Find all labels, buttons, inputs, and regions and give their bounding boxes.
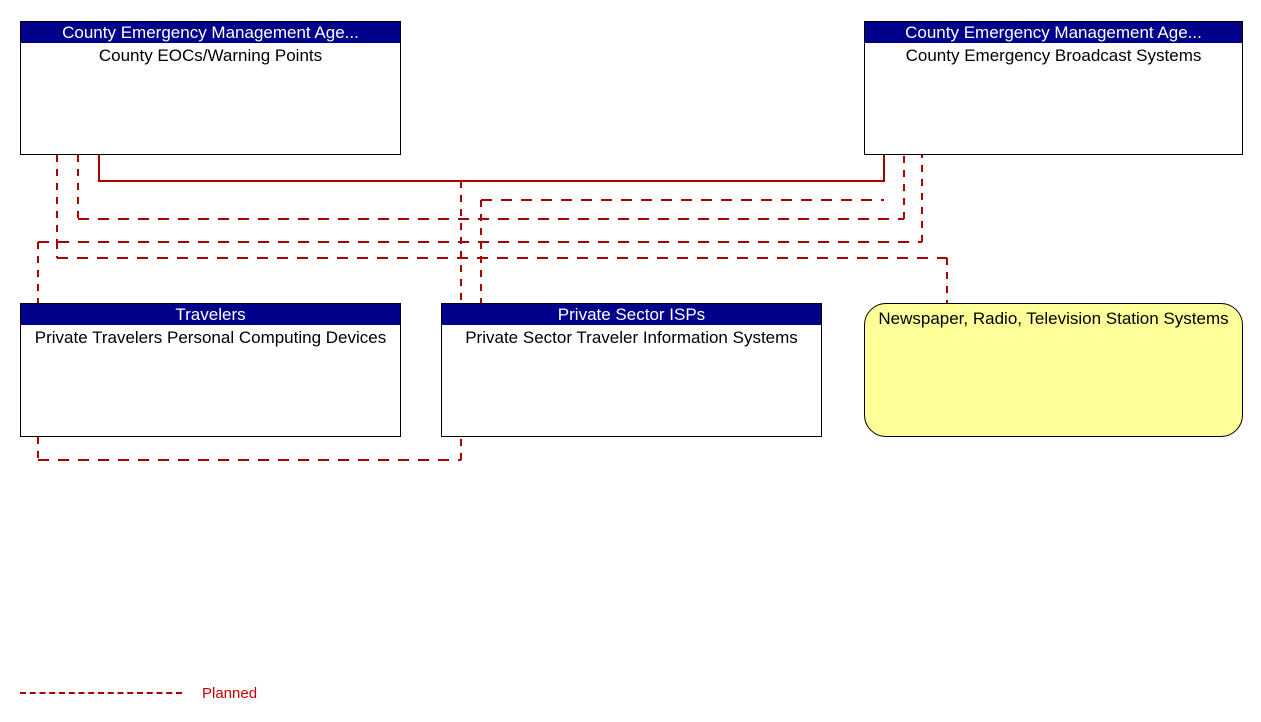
legend: Planned bbox=[20, 682, 257, 704]
node-header-stakeholder: County Emergency Management Age... bbox=[21, 22, 400, 43]
legend-planned-label: Planned bbox=[202, 684, 258, 702]
node-county-eocs-warning-points[interactable]: County Emergency Management Age... Count… bbox=[20, 21, 401, 155]
node-private-sector-traveler-information-systems[interactable]: Private Sector ISPs Private Sector Trave… bbox=[441, 303, 822, 437]
node-title: County Emergency Broadcast Systems bbox=[905, 46, 1202, 65]
node-newspaper-radio-television-station-systems[interactable]: Newspaper, Radio, Television Station Sys… bbox=[864, 303, 1243, 437]
node-private-travelers-personal-computing-devices[interactable]: Travelers Private Travelers Personal Com… bbox=[20, 303, 401, 437]
node-title: County EOCs/Warning Points bbox=[98, 46, 323, 65]
diagram-canvas: County Emergency Management Age... Count… bbox=[0, 0, 1261, 722]
node-header-stakeholder: Travelers bbox=[21, 304, 400, 325]
node-header-stakeholder: County Emergency Management Age... bbox=[865, 22, 1242, 43]
node-header-stakeholder: Private Sector ISPs bbox=[442, 304, 821, 325]
flow-eoc-to-broadcast bbox=[98, 155, 885, 182]
node-title: Private Travelers Personal Computing Dev… bbox=[34, 328, 387, 347]
node-title: Newspaper, Radio, Television Station Sys… bbox=[878, 309, 1229, 328]
node-title: Private Sector Traveler Information Syst… bbox=[465, 328, 798, 347]
legend-planned-line-icon bbox=[20, 692, 182, 694]
node-county-emergency-broadcast-systems[interactable]: County Emergency Management Age... Count… bbox=[864, 21, 1243, 155]
